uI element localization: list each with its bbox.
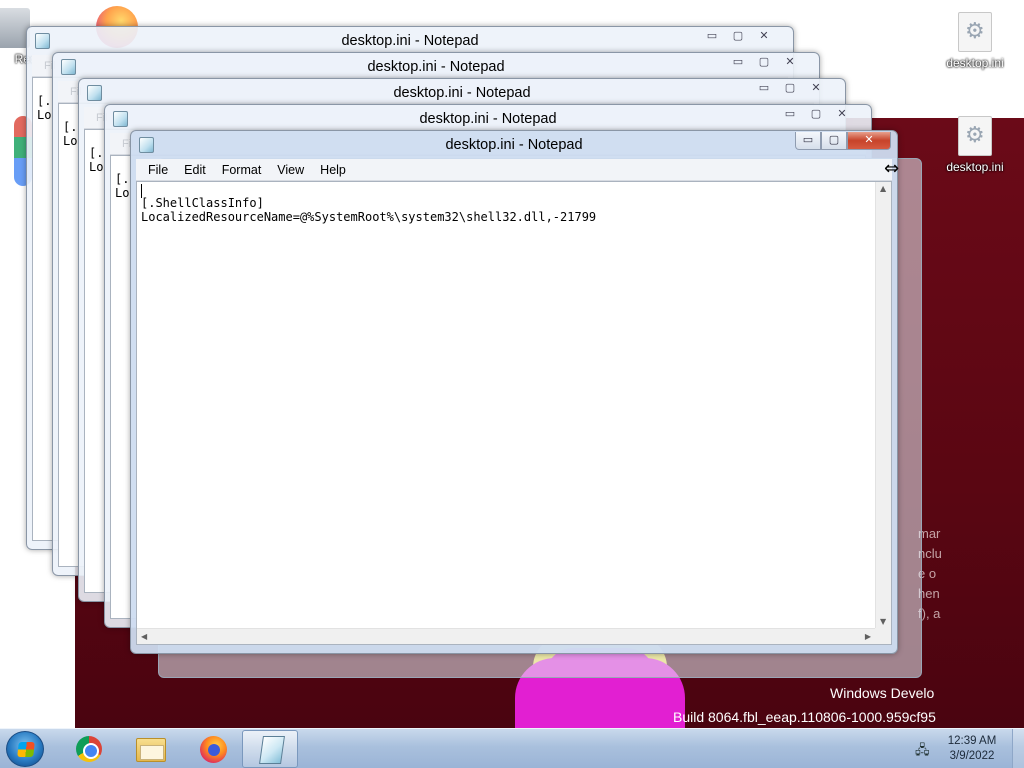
scroll-left-arrow-icon[interactable]: ◀ bbox=[141, 632, 147, 641]
close-button[interactable]: ✕ bbox=[803, 80, 829, 98]
window-title: desktop.ini - Notepad bbox=[445, 137, 583, 153]
settings-file-icon bbox=[958, 12, 992, 52]
minimize-button[interactable]: ▭ bbox=[795, 132, 821, 150]
minimize-button[interactable]: ▭ bbox=[751, 80, 777, 98]
maximize-button[interactable]: ▢ bbox=[725, 28, 751, 46]
build-watermark-line2: Build 8064.fbl_eeap.110806-1000.959cf95 bbox=[673, 709, 936, 725]
close-button[interactable]: ✕ bbox=[751, 28, 777, 46]
menu-help[interactable]: Help bbox=[312, 159, 354, 181]
horizontal-resize-cursor-icon: ⇔ bbox=[884, 158, 900, 179]
scroll-down-arrow-icon[interactable]: ▼ bbox=[880, 617, 886, 626]
notepad-icon bbox=[259, 736, 285, 764]
menu-edit[interactable]: Edit bbox=[176, 159, 214, 181]
horizontal-scrollbar[interactable]: ◀ ▶ bbox=[137, 628, 875, 644]
maximize-button[interactable]: ▢ bbox=[821, 132, 847, 150]
folder-icon bbox=[136, 738, 166, 762]
menu-format[interactable]: Format bbox=[214, 159, 270, 181]
taskbar-notepad-button[interactable] bbox=[242, 730, 298, 768]
notepad-window-active[interactable]: desktop.ini - Notepad ▭ ▢ ✕ File Edit Fo… bbox=[130, 130, 898, 654]
editor-text: [. Lo bbox=[63, 120, 78, 148]
text-editor[interactable]: [.ShellClassInfo] LocalizedResourceName=… bbox=[136, 181, 892, 645]
settings-file-icon bbox=[958, 116, 992, 156]
chrome-icon bbox=[76, 736, 102, 762]
firefox-icon bbox=[200, 736, 227, 763]
show-desktop-button[interactable] bbox=[1012, 729, 1024, 768]
caption-buttons: ▭ ▢ ✕ bbox=[699, 28, 777, 46]
menu-bar: File Edit Format View Help bbox=[136, 159, 892, 181]
clock-date: 3/9/2022 bbox=[949, 750, 995, 762]
menu-view[interactable]: View bbox=[269, 159, 312, 181]
size-grip[interactable] bbox=[875, 628, 891, 644]
desktop: mar nclu e o hen f), a Windows Develo Bu… bbox=[0, 0, 1024, 728]
minimize-button[interactable]: ▭ bbox=[777, 106, 803, 124]
minimize-button[interactable]: ▭ bbox=[725, 54, 751, 72]
system-clock[interactable]: 12:39 AM 3/9/2022 bbox=[942, 734, 1002, 764]
editor-text: [.ShellClassInfo] LocalizedResourceName=… bbox=[141, 196, 597, 224]
menu-file[interactable]: File bbox=[140, 159, 176, 181]
taskbar-chrome-button[interactable] bbox=[60, 730, 116, 768]
close-button[interactable]: ✕ bbox=[847, 132, 891, 150]
window-title: desktop.ini - Notepad bbox=[341, 33, 479, 49]
desktop-icon-desktop-ini[interactable]: desktop.ini bbox=[940, 116, 1010, 174]
caption-buttons: ▭ ▢ ✕ bbox=[777, 106, 855, 124]
taskbar: 🖧 12:39 AM 3/9/2022 bbox=[0, 728, 1024, 768]
maximize-button[interactable]: ▢ bbox=[751, 54, 777, 72]
desktop-icon-label: desktop.ini bbox=[946, 56, 1004, 70]
editor-text: [. Lo bbox=[89, 146, 104, 174]
caption-buttons: ▭ ▢ ✕ bbox=[725, 54, 803, 72]
start-button[interactable] bbox=[6, 731, 44, 767]
taskbar-firefox-button[interactable] bbox=[184, 730, 240, 768]
build-watermark-line1: Windows Develo bbox=[830, 685, 935, 701]
close-button[interactable]: ✕ bbox=[777, 54, 803, 72]
caption-buttons: ▭ ▢ ✕ bbox=[795, 132, 891, 150]
editor-text: [. Lo bbox=[115, 172, 130, 200]
vertical-scrollbar[interactable]: ▲ ▼ bbox=[875, 182, 891, 628]
maximize-button[interactable]: ▢ bbox=[803, 106, 829, 124]
scroll-right-arrow-icon[interactable]: ▶ bbox=[865, 632, 871, 641]
window-title: desktop.ini - Notepad bbox=[419, 111, 557, 127]
window-title: desktop.ini - Notepad bbox=[393, 85, 531, 101]
desktop-icon-label: desktop.ini bbox=[946, 160, 1004, 174]
network-icon[interactable]: 🖧 bbox=[915, 741, 931, 758]
caption-buttons: ▭ ▢ ✕ bbox=[751, 80, 829, 98]
desktop-icon-desktop-ini[interactable]: desktop.ini bbox=[940, 12, 1010, 70]
maximize-button[interactable]: ▢ bbox=[777, 80, 803, 98]
scroll-up-arrow-icon[interactable]: ▲ bbox=[880, 184, 886, 193]
editor-text: [. Lo bbox=[37, 94, 52, 122]
minimize-button[interactable]: ▭ bbox=[699, 28, 725, 46]
close-button[interactable]: ✕ bbox=[829, 106, 855, 124]
clock-time: 12:39 AM bbox=[947, 735, 997, 747]
window-title: desktop.ini - Notepad bbox=[367, 59, 505, 75]
taskbar-explorer-button[interactable] bbox=[122, 730, 178, 768]
